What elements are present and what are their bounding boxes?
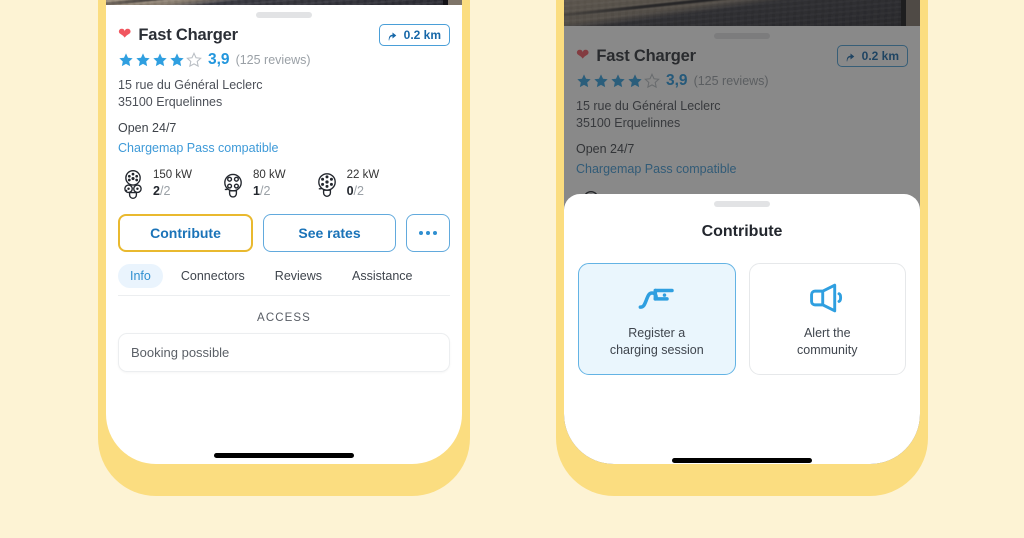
- action-buttons: Contribute See rates: [118, 214, 450, 253]
- connector-text: 150 kW 2/2: [153, 169, 192, 201]
- rating-row[interactable]: 3,9 (125 reviews): [118, 51, 450, 69]
- tab-reviews[interactable]: Reviews: [263, 264, 334, 288]
- page-title: Fast Charger: [138, 25, 238, 44]
- access-section-heading: ACCESS: [257, 312, 311, 325]
- megaphone-icon: [810, 283, 843, 313]
- opening-hours: Open 24/7: [118, 120, 177, 135]
- rating-stars: [118, 52, 202, 68]
- connector-count: 1/2: [253, 183, 271, 198]
- connector-item[interactable]: 22 kW 0/2: [312, 169, 380, 201]
- phone-right-frame: ❤ Fast Charger 0.2 km: [556, 0, 928, 496]
- contribute-sheet-drag-handle[interactable]: [714, 201, 770, 207]
- star-filled-icon: [153, 53, 167, 67]
- connector-total: 2: [357, 183, 364, 198]
- phone-left-screen: ❤ Fast Charger 0.2 km 3,9 (125 reviews) …: [106, 0, 462, 464]
- screenshot-stage: ❤ Fast Charger 0.2 km 3,9 (125 reviews) …: [0, 0, 1024, 538]
- charger-photo[interactable]: [106, 0, 462, 5]
- connector-text: 22 kW 0/2: [347, 169, 380, 201]
- contribute-options: Register a charging session Alert the co…: [578, 263, 906, 375]
- more-ellipsis-icon: [419, 231, 423, 236]
- poi-card: ❤ Fast Charger 0.2 km: [106, 12, 462, 373]
- poi-title-row: ❤ Fast Charger 0.2 km: [118, 24, 450, 46]
- connector-total: 2: [163, 183, 171, 198]
- home-indicator: [672, 458, 812, 463]
- connector-count: 0/2: [346, 183, 364, 198]
- directions-arrow-icon: [388, 32, 396, 40]
- phone-left-frame: ❤ Fast Charger 0.2 km 3,9 (125 reviews) …: [98, 0, 470, 496]
- contribute-sheet: Contribute Register a charging session A…: [564, 194, 920, 464]
- connector-text: 80 kW 1/2: [253, 169, 286, 201]
- distance-label: 0.2 km: [403, 28, 441, 42]
- heart-icon[interactable]: ❤: [118, 27, 131, 43]
- address-line-2: 35100 Erquelinnes: [118, 95, 223, 110]
- tab-info[interactable]: Info: [118, 264, 163, 289]
- tab-bar: Info Connectors Reviews Assistance: [118, 264, 450, 297]
- star-filled-icon: [119, 53, 133, 67]
- photo-grain: [106, 0, 462, 5]
- distance-badge[interactable]: 0.2 km: [378, 24, 450, 46]
- star-filled-icon: [170, 53, 184, 67]
- see-rates-button[interactable]: See rates: [263, 214, 396, 253]
- option-alert-community[interactable]: Alert the community: [748, 263, 906, 375]
- connector-total: 2: [263, 183, 271, 198]
- star-filled-icon: [136, 53, 150, 67]
- contribute-button[interactable]: Contribute: [118, 214, 253, 253]
- connector-count: 2/2: [153, 183, 171, 198]
- connector-power: 80 kW: [253, 168, 286, 181]
- home-indicator: [214, 453, 354, 458]
- chademo-plug-icon: [224, 174, 242, 198]
- photo-right-edge: [448, 0, 462, 5]
- chargemap-pass-link[interactable]: Chargemap Pass compatible: [118, 141, 450, 155]
- reviews-count: (125 reviews): [235, 53, 311, 67]
- more-ellipsis-icon: [426, 231, 430, 236]
- option-label: Register a charging session: [609, 326, 704, 357]
- contribute-sheet-title: Contribute: [701, 223, 783, 240]
- star-empty-icon: [186, 52, 202, 68]
- phone-right-screen: ❤ Fast Charger 0.2 km: [564, 0, 920, 464]
- rating-value: 3,9: [208, 51, 230, 68]
- sheet-drag-handle[interactable]: [256, 12, 312, 18]
- address-line-1: 15 rue du Général Leclerc: [118, 78, 263, 92]
- connector-item[interactable]: 80 kW 1/2: [218, 169, 286, 201]
- type2-plug-icon: [317, 173, 336, 198]
- tab-connectors[interactable]: Connectors: [169, 264, 257, 288]
- connector-available: 1: [253, 183, 260, 198]
- more-options-button[interactable]: [406, 214, 450, 253]
- booking-row[interactable]: Booking possible: [118, 333, 450, 373]
- address-block: 15 rue du Général Leclerc 35100 Erquelin…: [118, 77, 450, 112]
- option-register-charging-session[interactable]: Register a charging session: [578, 263, 736, 375]
- ccs-combo-plug-icon: [124, 170, 142, 200]
- option-label: Alert the community: [797, 326, 858, 357]
- connector-available: 0: [346, 183, 354, 198]
- connector-item[interactable]: 150 kW 2/2: [118, 169, 192, 201]
- poi-title-left: ❤ Fast Charger: [118, 26, 238, 45]
- connector-power: 22 kW: [346, 168, 380, 181]
- tab-assistance[interactable]: Assistance: [340, 264, 424, 288]
- charging-session-icon: [638, 288, 674, 309]
- connectors-list: 150 kW 2/2 80 kW 1/2 22 kW 0/2: [118, 169, 450, 201]
- more-ellipsis-icon: [433, 231, 437, 236]
- connector-power: 150 kW: [153, 168, 192, 181]
- connector-available: 2: [153, 183, 160, 198]
